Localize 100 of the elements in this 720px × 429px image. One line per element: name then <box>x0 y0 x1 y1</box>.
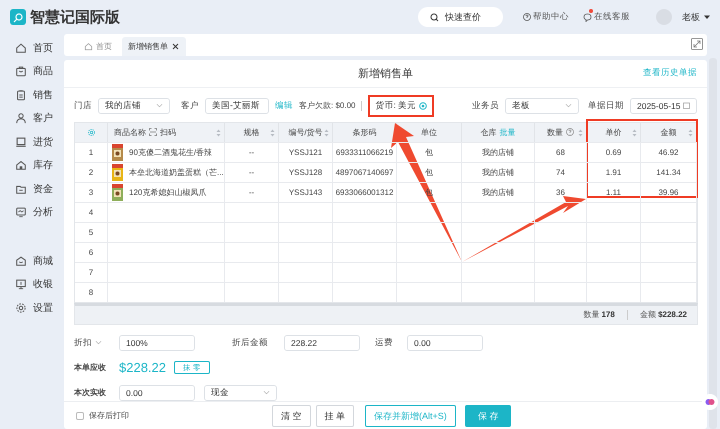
search-icon <box>430 12 439 22</box>
currency-toggle-icon[interactable] <box>419 102 428 110</box>
field-label: 本次实收 <box>74 387 107 398</box>
row-number: 5 <box>75 222 108 242</box>
product-cell: 90克傻二酒鬼花生/香辣 <box>108 142 225 162</box>
form-title: 新增销售单 <box>358 66 413 81</box>
sidebar-item[interactable]: 分析 <box>0 200 64 224</box>
sidebar-item[interactable]: 收银 <box>0 272 64 296</box>
chevron-icon <box>95 339 102 346</box>
freight-field[interactable]: 0.00 <box>407 334 483 351</box>
table-cell: 我的店铺 <box>462 162 535 182</box>
chevron-icon <box>263 389 270 396</box>
table-cell: YSSJ143 <box>279 182 333 202</box>
table-cell: 0.69 <box>587 142 641 162</box>
sidebar-item[interactable]: 首页 <box>0 36 64 60</box>
discount-field[interactable]: 100% <box>119 334 195 351</box>
close-icon[interactable] <box>171 42 180 51</box>
sidebar-item[interactable]: 商城 <box>0 249 64 272</box>
column-header: 商品名称 <box>114 126 146 138</box>
caret-icon <box>704 14 710 20</box>
support-link[interactable]: 在线客服 <box>583 11 630 23</box>
action-button[interactable]: 挂 单 <box>316 405 354 428</box>
salesman-select[interactable]: 老板 <box>505 98 579 114</box>
field-label: 门店 <box>74 100 92 112</box>
payment-method-select[interactable]: 现金 <box>204 384 277 401</box>
chart-icon <box>15 206 27 218</box>
sidebar-item[interactable]: 进货 <box>0 130 64 154</box>
gear-icon <box>15 302 27 314</box>
column-header: 条形码 <box>352 126 376 138</box>
tab[interactable]: 首页 <box>78 37 118 56</box>
product-cell: 本垒北海道奶盖蛋糕（芒... <box>108 162 225 182</box>
sort-icon <box>632 128 637 137</box>
user-menu[interactable]: 老板 <box>682 10 710 24</box>
table-cell: 39.96 <box>641 182 697 202</box>
row-number: 1 <box>75 142 108 162</box>
shop-icon <box>15 254 27 267</box>
checkbox-label: 保存后打印 <box>89 410 129 422</box>
sort-icon <box>324 128 329 137</box>
sidebar-item[interactable]: 资金 <box>0 177 64 200</box>
fullscreen-icon[interactable] <box>691 38 703 50</box>
checkbox[interactable] <box>76 412 84 420</box>
summary-text: 数量 178 <box>583 309 615 320</box>
product-cell: 120克希媳妇山椒凤爪 <box>108 182 225 202</box>
after-discount-field[interactable]: 228.22 <box>284 334 360 351</box>
calendar-icon <box>683 102 690 110</box>
home-icon <box>15 42 27 54</box>
action-button[interactable]: 清 空 <box>272 405 311 428</box>
sidebar-item[interactable]: 销售 <box>0 83 64 106</box>
row-number: 6 <box>75 242 108 262</box>
quick-price-search[interactable]: 快速查价 <box>418 7 503 27</box>
sidebar-item[interactable]: 客户 <box>0 106 64 130</box>
person-icon <box>15 112 27 124</box>
scan-link[interactable]: 扫码 <box>160 126 176 138</box>
settings-icon[interactable] <box>86 128 96 137</box>
date-field[interactable]: 2025-05-15 <box>630 98 697 114</box>
column-header: 金额 <box>660 126 676 138</box>
field-label: 本单应收 <box>74 362 107 374</box>
column-header: 规格 <box>244 126 260 138</box>
table-cell: 68 <box>535 142 587 162</box>
paid-field[interactable]: 0.00 <box>119 384 195 401</box>
table-cell: -- <box>225 182 279 202</box>
table-cell: 1.91 <box>587 162 641 182</box>
scrollbar[interactable] <box>709 58 717 429</box>
field-label: 折后金额 <box>232 336 269 349</box>
home-icon <box>84 42 93 51</box>
sidebar-item[interactable]: 库存 <box>0 154 64 177</box>
discount-select[interactable]: 折扣 <box>74 336 119 349</box>
table-cell: 我的店铺 <box>462 182 535 202</box>
store-select[interactable]: 我的店铺 <box>98 98 170 114</box>
monitor-icon <box>15 136 27 148</box>
receivable-amount: $228.22 <box>119 360 166 376</box>
tab[interactable]: 新增销售单 <box>122 37 186 56</box>
clipboard-icon <box>15 88 27 101</box>
currency-label: 货币: 美元 <box>368 94 434 117</box>
sort-icon <box>578 128 583 137</box>
logo-icon <box>10 9 26 25</box>
debt-text: 客户欠款: $0.00 <box>299 100 356 112</box>
field-label: 单据日期 <box>588 100 624 112</box>
sort-icon <box>216 128 221 137</box>
summary-text: 金额 $228.22 <box>640 309 687 320</box>
table-cell: 1.11 <box>587 182 641 202</box>
help-link[interactable]: 帮助中心 <box>523 11 569 23</box>
field-label: 运费 <box>375 336 394 349</box>
row-number: 3 <box>75 182 108 202</box>
scan-icon <box>149 128 157 136</box>
table-cell: 74 <box>535 162 587 182</box>
sidebar-item[interactable]: 设置 <box>0 296 64 320</box>
row-number: 4 <box>75 202 108 222</box>
sort-icon <box>688 128 693 137</box>
table-cell: -- <box>225 162 279 182</box>
sort-icon <box>270 128 275 137</box>
chevron-icon <box>156 102 163 110</box>
app-title: 智慧记国际版 <box>30 8 120 26</box>
table-cell: 141.34 <box>641 162 697 182</box>
customer-field[interactable]: 美国-艾丽斯 <box>205 98 269 114</box>
row-number: 2 <box>75 162 108 182</box>
help-icon <box>566 128 574 136</box>
sidebar-item[interactable]: 商品 <box>0 60 64 83</box>
table-cell: -- <box>225 142 279 162</box>
table-cell: 46.92 <box>641 142 697 162</box>
